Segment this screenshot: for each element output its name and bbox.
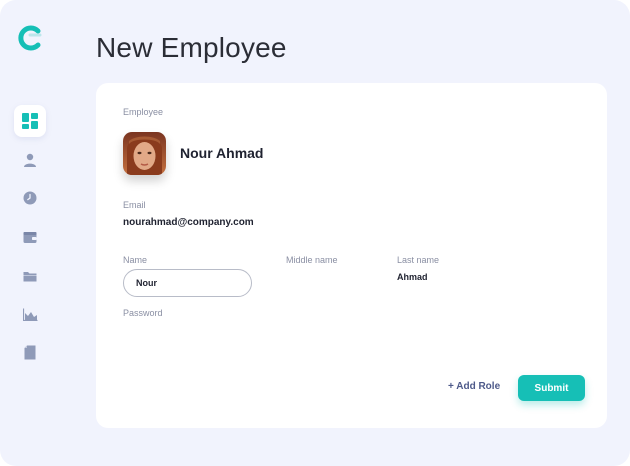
email-label: Email bbox=[123, 200, 146, 210]
page-title: New Employee bbox=[96, 32, 287, 63]
last-name-value[interactable]: Ahmad bbox=[397, 272, 428, 282]
sidebar-item-documents[interactable] bbox=[14, 336, 46, 368]
last-name-label: Last name bbox=[397, 255, 440, 265]
user-icon bbox=[23, 153, 37, 167]
sidebar bbox=[0, 0, 62, 466]
submit-button[interactable]: Submit bbox=[518, 375, 585, 401]
email-value: nourahmad@company.com bbox=[123, 217, 254, 228]
app-logo-icon[interactable] bbox=[14, 22, 46, 54]
sidebar-item-time[interactable] bbox=[14, 182, 46, 214]
dashboard-icon bbox=[22, 113, 38, 129]
add-role-button[interactable]: + Add Role bbox=[448, 381, 500, 392]
name-input[interactable] bbox=[123, 269, 252, 297]
name-label: Name bbox=[123, 255, 148, 265]
employee-name: Nour Ahmad bbox=[180, 145, 264, 161]
sidebar-item-employees[interactable] bbox=[14, 144, 46, 176]
app-window: New Employee Employee Nour Ahmad Email n… bbox=[0, 0, 630, 466]
sidebar-item-reports[interactable] bbox=[14, 298, 46, 330]
sidebar-item-files[interactable] bbox=[14, 260, 46, 292]
folder-icon bbox=[23, 269, 37, 283]
sidebar-item-dashboard[interactable] bbox=[14, 105, 46, 137]
sidebar-item-payroll[interactable] bbox=[14, 221, 46, 253]
chart-icon bbox=[22, 308, 38, 321]
password-label: Password bbox=[123, 308, 163, 318]
middle-name-label: Middle name bbox=[286, 255, 338, 265]
employee-label: Employee bbox=[123, 107, 164, 117]
employee-avatar[interactable] bbox=[123, 132, 166, 175]
employee-form-card: Employee Nour Ahmad Email nourahmad@comp… bbox=[96, 83, 607, 428]
document-icon bbox=[24, 345, 36, 360]
wallet-icon bbox=[23, 230, 37, 244]
clock-icon bbox=[23, 191, 37, 205]
